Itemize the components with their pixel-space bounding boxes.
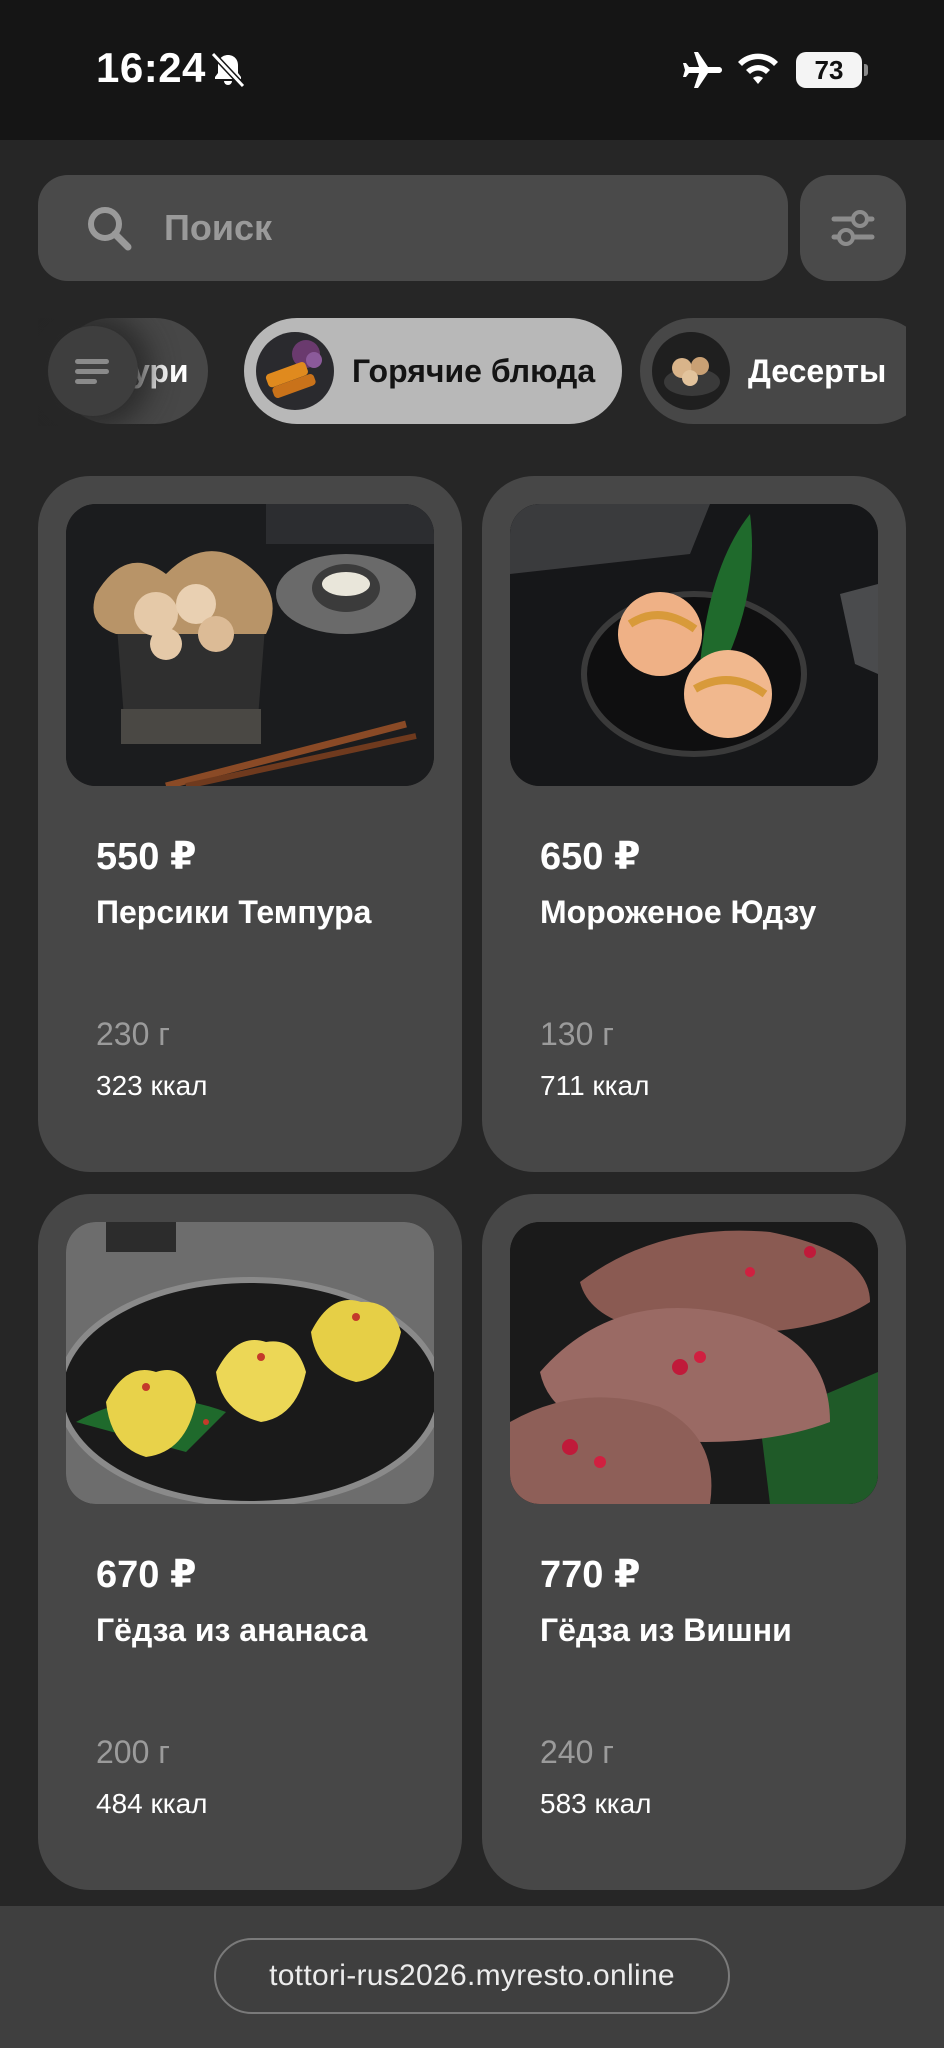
product-name: Персики Темпура <box>96 894 372 930</box>
product-photo-yuzu-ice-cream <box>510 504 878 786</box>
product-calories: 484 ккал <box>96 1788 208 1819</box>
sliders-icon <box>831 210 875 246</box>
product-photo-tempura-peaches <box>66 504 434 786</box>
product-price: 650 ₽ <box>540 836 641 878</box>
product-weight: 230 г <box>96 1016 170 1052</box>
search-icon <box>88 207 132 251</box>
category-chip-label: Десерты <box>748 352 887 389</box>
desserts-thumbnail <box>652 332 730 410</box>
category-chip-label: Горячие блюда <box>352 352 596 389</box>
product-photo-cherry-gyoza <box>510 1222 878 1504</box>
airplane-icon <box>683 52 722 88</box>
product-name: Гёдза из Вишни <box>540 1612 792 1648</box>
filter-button[interactable] <box>800 175 906 281</box>
category-chip-desserts[interactable]: Десерты <box>640 318 906 424</box>
url-bar[interactable]: tottori-rus2026.myresto.online <box>214 1938 730 2014</box>
wifi-icon <box>738 53 778 84</box>
hot-dishes-thumbnail <box>256 332 334 410</box>
product-price: 670 ₽ <box>96 1554 197 1596</box>
browser-bottom-bar: tottori-rus2026.myresto.online <box>0 1906 944 2048</box>
product-card[interactable]: 770 ₽ Гёдза из Вишни 240 г 583 ккал <box>482 1194 906 1890</box>
search-input[interactable] <box>164 193 724 263</box>
product-weight: 240 г <box>540 1734 614 1770</box>
category-chip-hot-dishes[interactable]: Горячие блюда <box>244 318 622 424</box>
category-chips: ури Горячие блюда Десерты <box>38 318 906 426</box>
product-name: Мороженое Юдзу <box>540 894 817 930</box>
product-price: 550 ₽ <box>96 836 197 878</box>
product-calories: 583 ккал <box>540 1788 652 1819</box>
product-card[interactable]: 670 ₽ Гёдза из ананаса 200 г 484 ккал <box>38 1194 462 1890</box>
product-weight: 200 г <box>96 1734 170 1770</box>
product-photo-pineapple-gyoza <box>66 1222 434 1504</box>
categories-menu-button[interactable] <box>48 326 138 416</box>
product-card[interactable]: 650 ₽ Мороженое Юдзу 130 г 711 ккал <box>482 476 906 1172</box>
product-price: 770 ₽ <box>540 1554 641 1596</box>
product-calories: 323 ккал <box>96 1070 208 1101</box>
bell-slash-icon <box>210 51 246 89</box>
product-calories: 711 ккал <box>540 1070 650 1101</box>
category-chip-label: ури <box>132 352 189 389</box>
battery-indicator: 73 <box>796 52 868 88</box>
product-card[interactable]: 550 ₽ Персики Темпура 230 г 323 ккал <box>38 476 462 1172</box>
product-name: Гёдза из ананаса <box>96 1612 368 1648</box>
product-weight: 130 г <box>540 1016 614 1052</box>
menu-icon <box>75 359 109 384</box>
status-bar: 16:24 73 <box>0 0 944 140</box>
status-time: 16:24 <box>96 44 206 91</box>
search-bar[interactable] <box>38 175 788 281</box>
